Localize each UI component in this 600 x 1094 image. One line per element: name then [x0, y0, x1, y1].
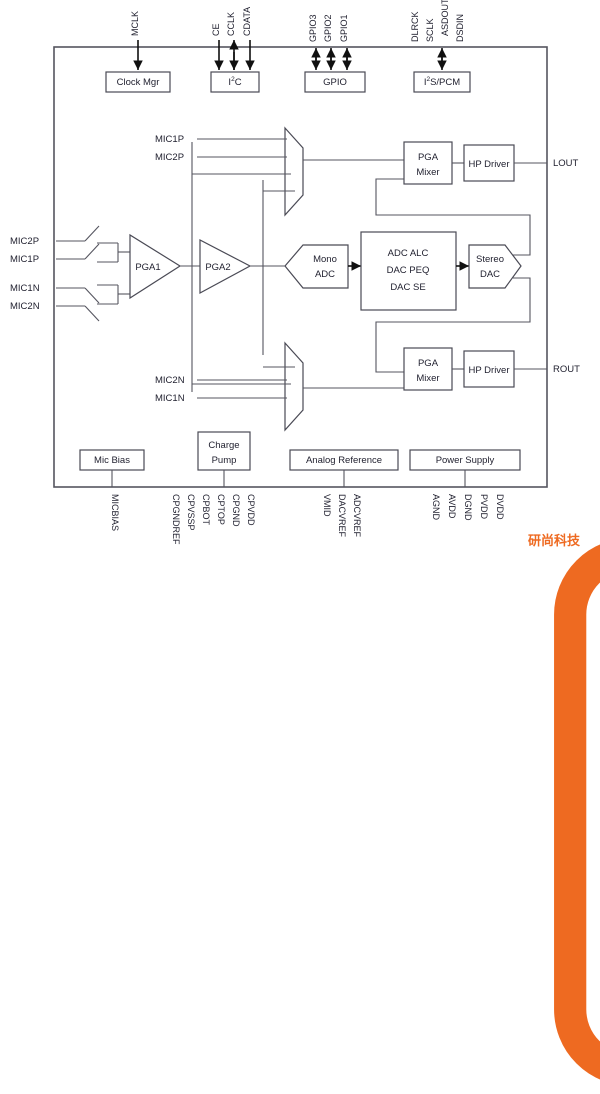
pin-label-cptop: CPTOP [216, 494, 226, 525]
block-i2c-label: I2C [228, 76, 241, 88]
pin-label-micbias: MICBIAS [110, 494, 120, 531]
input-label-mic2p: MIC2P [10, 236, 39, 247]
pin-label-cclk: CCLK [226, 12, 236, 36]
pin-label-cpgnd: CPGND [231, 494, 241, 527]
block-stereo-dac-label-1: Stereo [476, 254, 504, 265]
block-mic-bias-label: Mic Bias [94, 455, 130, 466]
pin-label-cdata: CDATA [242, 7, 252, 36]
pin-label-asdout: ASDOUT [440, 0, 450, 36]
mux-bottom-input-label-mic1n: MIC1N [155, 393, 185, 404]
block-dsp-core-line-3: DAC SE [390, 282, 425, 293]
pin-label-dgnd: DGND [463, 494, 473, 521]
output-label-lout: LOUT [553, 158, 579, 169]
block-pga1-label: PGA1 [135, 262, 160, 273]
watermark: 研尚科技 [528, 530, 600, 1080]
pin-label-dacvref: DACVREF [337, 494, 347, 538]
input-label-mic1n: MIC1N [10, 283, 40, 294]
pin-label-gpio3: GPIO3 [308, 14, 318, 42]
input-label-mic2n: MIC2N [10, 301, 40, 312]
block-mono-adc-label-2: ADC [315, 269, 335, 280]
diagram-svg: Clock Mgr MCLK I2C CE CCLK CDATA GPIO GP… [10, 0, 580, 545]
block-pga-mixer-right-label-2: Mixer [416, 373, 439, 384]
pin-label-cpgndref: CPGNDREF [171, 494, 181, 545]
input-label-mic1p: MIC1P [10, 254, 39, 265]
block-power-supply-label: Power Supply [436, 455, 495, 466]
block-pga-mixer-right-label-1: PGA [418, 358, 439, 369]
block-gpio-label: GPIO [323, 77, 347, 88]
pin-label-cpbot: CPBOT [201, 494, 211, 526]
pin-label-dlrck: DLRCK [410, 11, 420, 42]
pin-label-dsdin: DSDIN [455, 14, 465, 42]
mux-top-input-label-mic2p: MIC2P [155, 152, 184, 163]
logo-icon [554, 544, 600, 1080]
block-i2c-label-rest: C [235, 77, 242, 88]
output-label-rout: ROUT [553, 364, 580, 375]
block-pga-mixer-left-label-2: Mixer [416, 167, 439, 178]
block-pga2-label: PGA2 [205, 262, 230, 273]
block-hp-driver-left-label: HP Driver [469, 159, 510, 170]
mux-bottom [284, 341, 304, 432]
pin-label-cpvdd: CPVDD [246, 494, 256, 526]
block-diagram-canvas: Clock Mgr MCLK I2C CE CCLK CDATA GPIO GP… [0, 0, 600, 1080]
block-stereo-dac-label-2: DAC [480, 269, 500, 280]
block-charge-pump-label-2: Pump [212, 455, 237, 466]
switch-blade-mic1n [84, 287, 100, 304]
pin-label-ce: CE [211, 23, 221, 36]
switch-blade-mic2p [84, 225, 100, 242]
block-clock-mgr-label: Clock Mgr [117, 77, 160, 88]
pin-label-agnd: AGND [431, 494, 441, 521]
switch-blade-mic1p [84, 243, 100, 260]
mux-top-input-label-mic1p: MIC1P [155, 134, 184, 145]
pin-label-gpio2: GPIO2 [323, 14, 333, 42]
block-dsp-core-line-1: ADC ALC [388, 248, 429, 259]
pin-label-avdd: AVDD [447, 494, 457, 519]
block-charge-pump-label-1: Charge [208, 440, 239, 451]
block-i2s-label-rest: S/PCM [430, 77, 460, 88]
block-mono-adc-label-1: Mono [313, 254, 337, 265]
pin-label-pvdd: PVDD [479, 494, 489, 520]
mux-top [284, 126, 304, 217]
switch-blade-mic2n [84, 305, 100, 322]
block-analog-reference-label: Analog Reference [306, 455, 382, 466]
block-pga-mixer-left-label-1: PGA [418, 152, 439, 163]
block-i2s-pcm-label: I2S/PCM [424, 76, 460, 88]
block-mono-adc [284, 244, 349, 289]
pin-label-cpvssp: CPVSSP [186, 494, 196, 531]
block-hp-driver-right-label: HP Driver [469, 365, 510, 376]
pin-label-adcvref: ADCVREF [352, 494, 362, 538]
pin-label-mclk: MCLK [130, 11, 140, 36]
pin-label-sclk: SCLK [425, 18, 435, 42]
mux-bottom-input-label-mic2n: MIC2N [155, 375, 185, 386]
block-stereo-dac [468, 244, 522, 289]
block-dsp-core-line-2: DAC PEQ [387, 265, 430, 276]
pin-label-dvdd: DVDD [495, 494, 505, 520]
pin-label-gpio1: GPIO1 [339, 14, 349, 42]
pin-label-vmid: VMID [322, 494, 332, 517]
